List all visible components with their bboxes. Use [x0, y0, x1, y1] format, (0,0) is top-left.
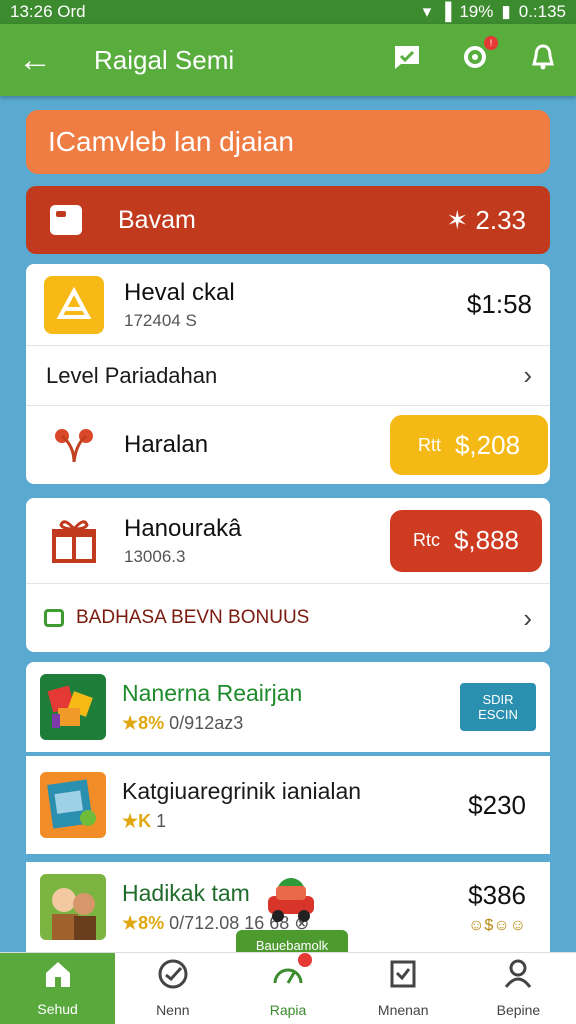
- nav-item-rapia[interactable]: Rapia: [230, 953, 345, 1024]
- app-mini-icons: ☺$☺☺: [468, 916, 526, 934]
- earnings-row[interactable]: Heval ckal 172404 S $1:58: [26, 264, 550, 346]
- balance-banner[interactable]: Bavam ✶ 2.33: [26, 186, 550, 254]
- nav-label-bepine: Bepine: [496, 1002, 541, 1018]
- wallet-icon: [50, 205, 82, 235]
- app-rating: ★8%: [122, 913, 165, 933]
- app-row[interactable]: Katgiuaregrinik ianialan ★K 1 $230: [26, 756, 550, 854]
- bonus-row[interactable]: BADHASA BEVN BONUUS ›: [26, 584, 550, 652]
- app-name: Katgiuaregrinik ianialan: [122, 778, 362, 804]
- status-icons: ▾ ▐ 19% ▮ 0.:135: [423, 2, 566, 22]
- check-circle-icon: [157, 959, 189, 996]
- book-app-icon: [40, 772, 106, 838]
- earnings-text: Heval ckal 172404 S: [124, 279, 467, 331]
- level-row[interactable]: Level Pariadahan ›: [26, 346, 550, 406]
- reward-pill-prefix: Rtc: [412, 530, 440, 550]
- balance-label: Bavam: [118, 205, 196, 234]
- home-icon: [43, 960, 73, 995]
- app-stats: 1: [156, 811, 167, 831]
- haralan-amount-button[interactable]: Rtt $,208: [390, 415, 548, 475]
- reward-pill-value: $,888: [453, 525, 520, 555]
- bell-icon[interactable]: [528, 42, 558, 79]
- flag-icon[interactable]: [392, 42, 422, 79]
- app-rating: ★8%: [122, 713, 165, 733]
- reward-text: Hanourakâ 13006.3: [124, 515, 390, 567]
- settings-icon[interactable]: !: [460, 35, 498, 79]
- chevron-right-icon: ›: [523, 360, 532, 390]
- person-icon: [503, 959, 533, 996]
- earnings-card: Heval ckal 172404 S $1:58 Level Pariadah…: [26, 264, 550, 484]
- status-right-time: 0.:135: [518, 2, 566, 21]
- app-stats: 0/912az3: [169, 713, 244, 733]
- bonus-label: BADHASA BEVN BONUUS: [76, 607, 310, 628]
- nav-item-home[interactable]: Sehud: [0, 953, 116, 1024]
- reward-name: Hanourakâ: [124, 514, 242, 542]
- app-row[interactable]: Nanerna Reairjan ★8% 0/912az3 SDIR ESCIN: [26, 662, 550, 752]
- app-text: Nanerna Reairjan ★8% 0/912az3: [122, 680, 460, 734]
- haralan-pill-value: $,208: [454, 429, 521, 460]
- promo-banner[interactable]: ICamvleb lan djaian: [26, 110, 550, 174]
- reward-row[interactable]: Hanourakâ 13006.3 Rtc $,888: [26, 498, 550, 584]
- speedometer-icon: [272, 953, 312, 996]
- game-app-icon: [40, 674, 106, 740]
- app-text: Katgiuaregrinik ianialan ★K 1: [122, 778, 468, 832]
- cherries-icon: [44, 416, 104, 474]
- reward-card: Hanourakâ 13006.3 Rtc $,888 BADHASA BEVN…: [26, 498, 550, 652]
- nav-label-home: Sehud: [37, 1001, 78, 1017]
- promo-banner-text: ICamvleb lan djaian: [48, 126, 294, 157]
- car-icon: [262, 876, 320, 924]
- nav-label-nenn: Nenn: [156, 1002, 190, 1018]
- nav-notification-badge: [298, 953, 312, 967]
- status-bar: 13:26 Ord ▾ ▐ 19% ▮ 0.:135: [0, 0, 576, 24]
- reward-amount-button[interactable]: Rtc $,888: [390, 509, 542, 572]
- chat-icon: [44, 609, 64, 627]
- earnings-name: Heval ckal: [124, 278, 235, 306]
- page-title: Raigal Semi: [94, 44, 235, 75]
- app-bar-actions: !: [392, 35, 558, 79]
- haralan-name: Haralan: [124, 431, 209, 458]
- app-right: $386 ☺$☺☺: [468, 880, 526, 935]
- app-action-button[interactable]: SDIR ESCIN: [460, 683, 536, 731]
- signal-icon: ▐: [439, 2, 452, 21]
- chevron-right-icon: ›: [523, 602, 532, 633]
- gift-icon: [44, 512, 104, 570]
- app-sub: ★K 1: [122, 811, 468, 832]
- app-rating: ★K: [122, 811, 152, 831]
- nav-label-mnenan: Mnenan: [377, 1002, 429, 1018]
- app-name: Nanerna Reairjan: [122, 680, 303, 706]
- balance-value: ✶ 2.33: [446, 204, 526, 235]
- level-label: Level Pariadahan: [46, 362, 218, 388]
- nav-item-mnenan[interactable]: Mnenan: [346, 953, 461, 1024]
- app-bar: ← Raigal Semi !: [0, 24, 576, 96]
- wifi-icon: ▾: [422, 2, 432, 21]
- battery-icon: ▮: [501, 2, 511, 21]
- notification-badge: !: [484, 35, 498, 50]
- nav-item-nenn[interactable]: Nenn: [115, 953, 230, 1024]
- earnings-sub: 172404 S: [124, 310, 197, 330]
- battery-percent: 19%: [459, 2, 494, 21]
- nav-item-bepine[interactable]: Bepine: [461, 953, 576, 1024]
- app-sub: ★8% 0/912az3: [122, 713, 460, 734]
- app-amount: $386: [468, 879, 526, 910]
- status-time: 13:26 Ord: [10, 2, 86, 21]
- coin-stack-icon: [44, 275, 104, 334]
- earnings-amount: $1:58: [466, 289, 532, 319]
- clipboard-icon: [387, 959, 419, 996]
- app-amount: $230: [468, 789, 526, 820]
- reward-sub: 13006.3: [124, 546, 186, 566]
- haralan-pill-prefix: Rtt: [417, 434, 441, 455]
- bottom-nav: Sehud Nenn Rapia Mnenan Bepine: [0, 952, 576, 1024]
- people-app-icon: [40, 874, 106, 940]
- haralan-row[interactable]: Haralan Rtt $,208: [26, 406, 550, 484]
- nav-label-rapia: Rapia: [269, 1002, 307, 1018]
- back-arrow-icon[interactable]: ←: [18, 41, 68, 80]
